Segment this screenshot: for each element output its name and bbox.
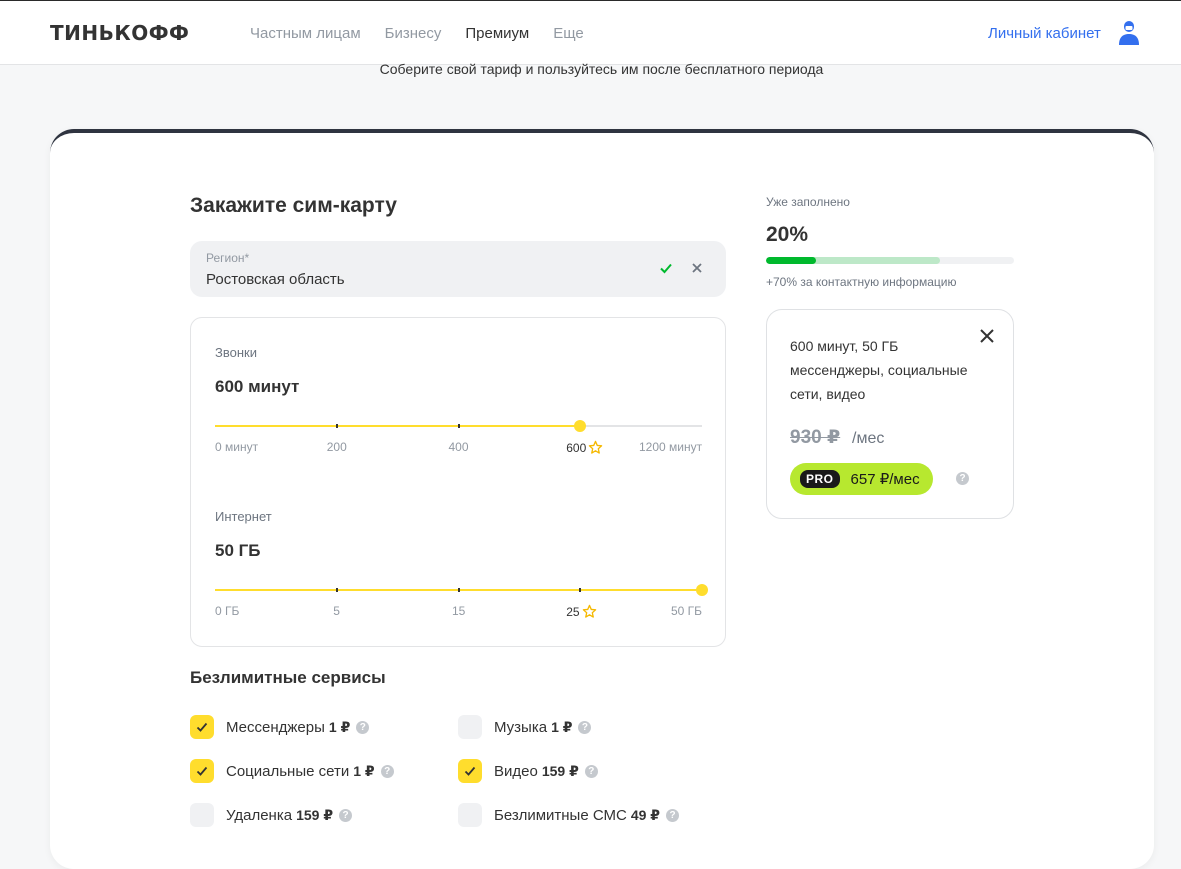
brand-logo[interactable]: ТИНЬКОФФ (50, 21, 189, 45)
service-item[interactable]: Музыка 1 ₽? (458, 715, 592, 739)
top-header: ТИНЬКОФФ Частным лицам Бизнесу Премиум Е… (0, 0, 1181, 65)
internet-slider-thumb[interactable] (696, 584, 708, 596)
summary-description: 600 минут, 50 ГБ мессенджеры, социальные… (790, 338, 968, 402)
region-label: Регион* (206, 251, 250, 265)
help-icon[interactable]: ? (666, 808, 680, 822)
calls-tick-label[interactable]: 200 (327, 440, 347, 454)
pro-badge: PRO (800, 470, 840, 488)
calls-tick-label[interactable]: 1200 минут (639, 440, 702, 454)
check-icon (660, 263, 672, 274)
help-icon[interactable]: ? (380, 764, 394, 778)
calls-slider-tick (457, 424, 460, 428)
internet-tick-label[interactable]: 25 (566, 604, 596, 619)
progress-label: Уже заполнено (766, 195, 850, 209)
progress-percent: 20% (766, 223, 809, 246)
progress-hint: +70% за контактную информацию (766, 275, 957, 289)
main-nav: Частным лицам Бизнесу Премиум Еще (250, 25, 608, 42)
service-name: Видео (494, 762, 538, 780)
calls-slider-thumb[interactable] (574, 420, 587, 432)
service-price: 1 ₽ (328, 718, 351, 735)
checkmark-icon (196, 722, 208, 732)
close-icon[interactable] (979, 328, 995, 344)
service-checkbox[interactable] (190, 759, 214, 783)
page-subtitle: Соберите свой тариф и пользуйтесь им пос… (379, 61, 824, 77)
service-checkbox[interactable] (458, 759, 482, 783)
nav-item-more[interactable]: Еще (553, 25, 584, 42)
service-item[interactable]: Видео 159 ₽? (458, 759, 598, 783)
user-icon[interactable] (1118, 21, 1140, 45)
star-icon (589, 440, 603, 454)
help-icon[interactable]: ? (356, 720, 370, 734)
service-name: Социальные сети (226, 762, 350, 780)
service-checkbox[interactable] (190, 803, 214, 827)
service-name: Мессенджеры (226, 718, 325, 736)
service-checkbox[interactable] (458, 803, 482, 827)
internet-slider-tick (579, 588, 582, 592)
region-value[interactable]: Ростовская область (206, 271, 345, 288)
calls-slider-fill (215, 425, 581, 427)
service-price: 159 ₽ (296, 806, 334, 823)
help-icon[interactable]: ? (339, 808, 353, 822)
nav-item-business[interactable]: Бизнесу (385, 25, 442, 42)
internet-slider-tick (335, 588, 338, 592)
service-checkbox[interactable] (190, 715, 214, 739)
calls-tick-label[interactable]: 600 (566, 440, 603, 455)
tariff-summary: 600 минут, 50 ГБ мессенджеры, социальные… (766, 309, 1014, 519)
service-price: 159 ₽ (541, 762, 579, 779)
internet-tick-label[interactable]: 50 ГБ (671, 604, 702, 618)
service-name: Удаленка (226, 806, 293, 824)
personal-cabinet-link[interactable]: Личный кабинет (988, 25, 1101, 42)
unlimited-services-title: Безлимитные сервисы (190, 668, 386, 687)
calls-slider-tick (335, 424, 338, 428)
calls-label: Звонки (215, 345, 257, 360)
calls-tick-label[interactable]: 0 минут (215, 440, 258, 454)
internet-tick-label[interactable]: 5 (333, 604, 340, 618)
service-item[interactable]: Социальные сети 1 ₽? (190, 759, 394, 783)
internet-tick-label[interactable]: 15 (452, 604, 465, 618)
help-icon[interactable]: ? (956, 472, 969, 485)
order-title: Закажите сим-карту (190, 194, 397, 217)
help-icon[interactable]: ? (578, 720, 592, 734)
nav-item-private[interactable]: Частным лицам (250, 25, 361, 42)
checkmark-icon (196, 766, 208, 776)
pro-price-pill[interactable]: PRO 657 ₽/мес (790, 463, 933, 495)
service-name: Безлимитные СМС (494, 806, 627, 824)
nav-item-premium[interactable]: Премиум (465, 25, 529, 42)
service-price: 49 ₽ (630, 806, 661, 823)
region-field[interactable]: Регион* Ростовская область (190, 241, 726, 297)
internet-tick-label[interactable]: 0 ГБ (215, 604, 239, 618)
service-price: 1 ₽ (551, 718, 573, 735)
calls-value: 600 минут (215, 377, 300, 396)
calls-tick-label[interactable]: 400 (449, 440, 469, 454)
star-icon (582, 604, 596, 618)
per-month: /мес (852, 430, 885, 447)
service-checkbox[interactable] (458, 715, 482, 739)
internet-label: Интернет (215, 509, 272, 524)
internet-slider-tick (457, 588, 460, 592)
sliders-box: Звонки 600 минут 0 минут 200 400 600 1200 ми… (190, 317, 726, 647)
pro-price: 657 ₽/мес (850, 471, 920, 488)
service-item[interactable]: Безлимитные СМС 49 ₽? (458, 803, 680, 827)
progress-bar (766, 257, 1014, 264)
service-name: Музыка (494, 718, 548, 736)
clear-icon[interactable] (690, 261, 704, 275)
checkmark-icon (464, 766, 476, 776)
internet-value: 50 ГБ (215, 541, 261, 560)
calls-slider[interactable] (215, 420, 702, 432)
help-icon[interactable]: ? (584, 764, 598, 778)
service-item[interactable]: Мессенджеры 1 ₽? (190, 715, 370, 739)
internet-slider[interactable] (215, 584, 708, 596)
service-price: 1 ₽ (353, 762, 375, 779)
old-price: 930 ₽ (790, 427, 841, 448)
progress-bar-fill (766, 257, 816, 264)
service-item[interactable]: Удаленка 159 ₽? (190, 803, 353, 827)
